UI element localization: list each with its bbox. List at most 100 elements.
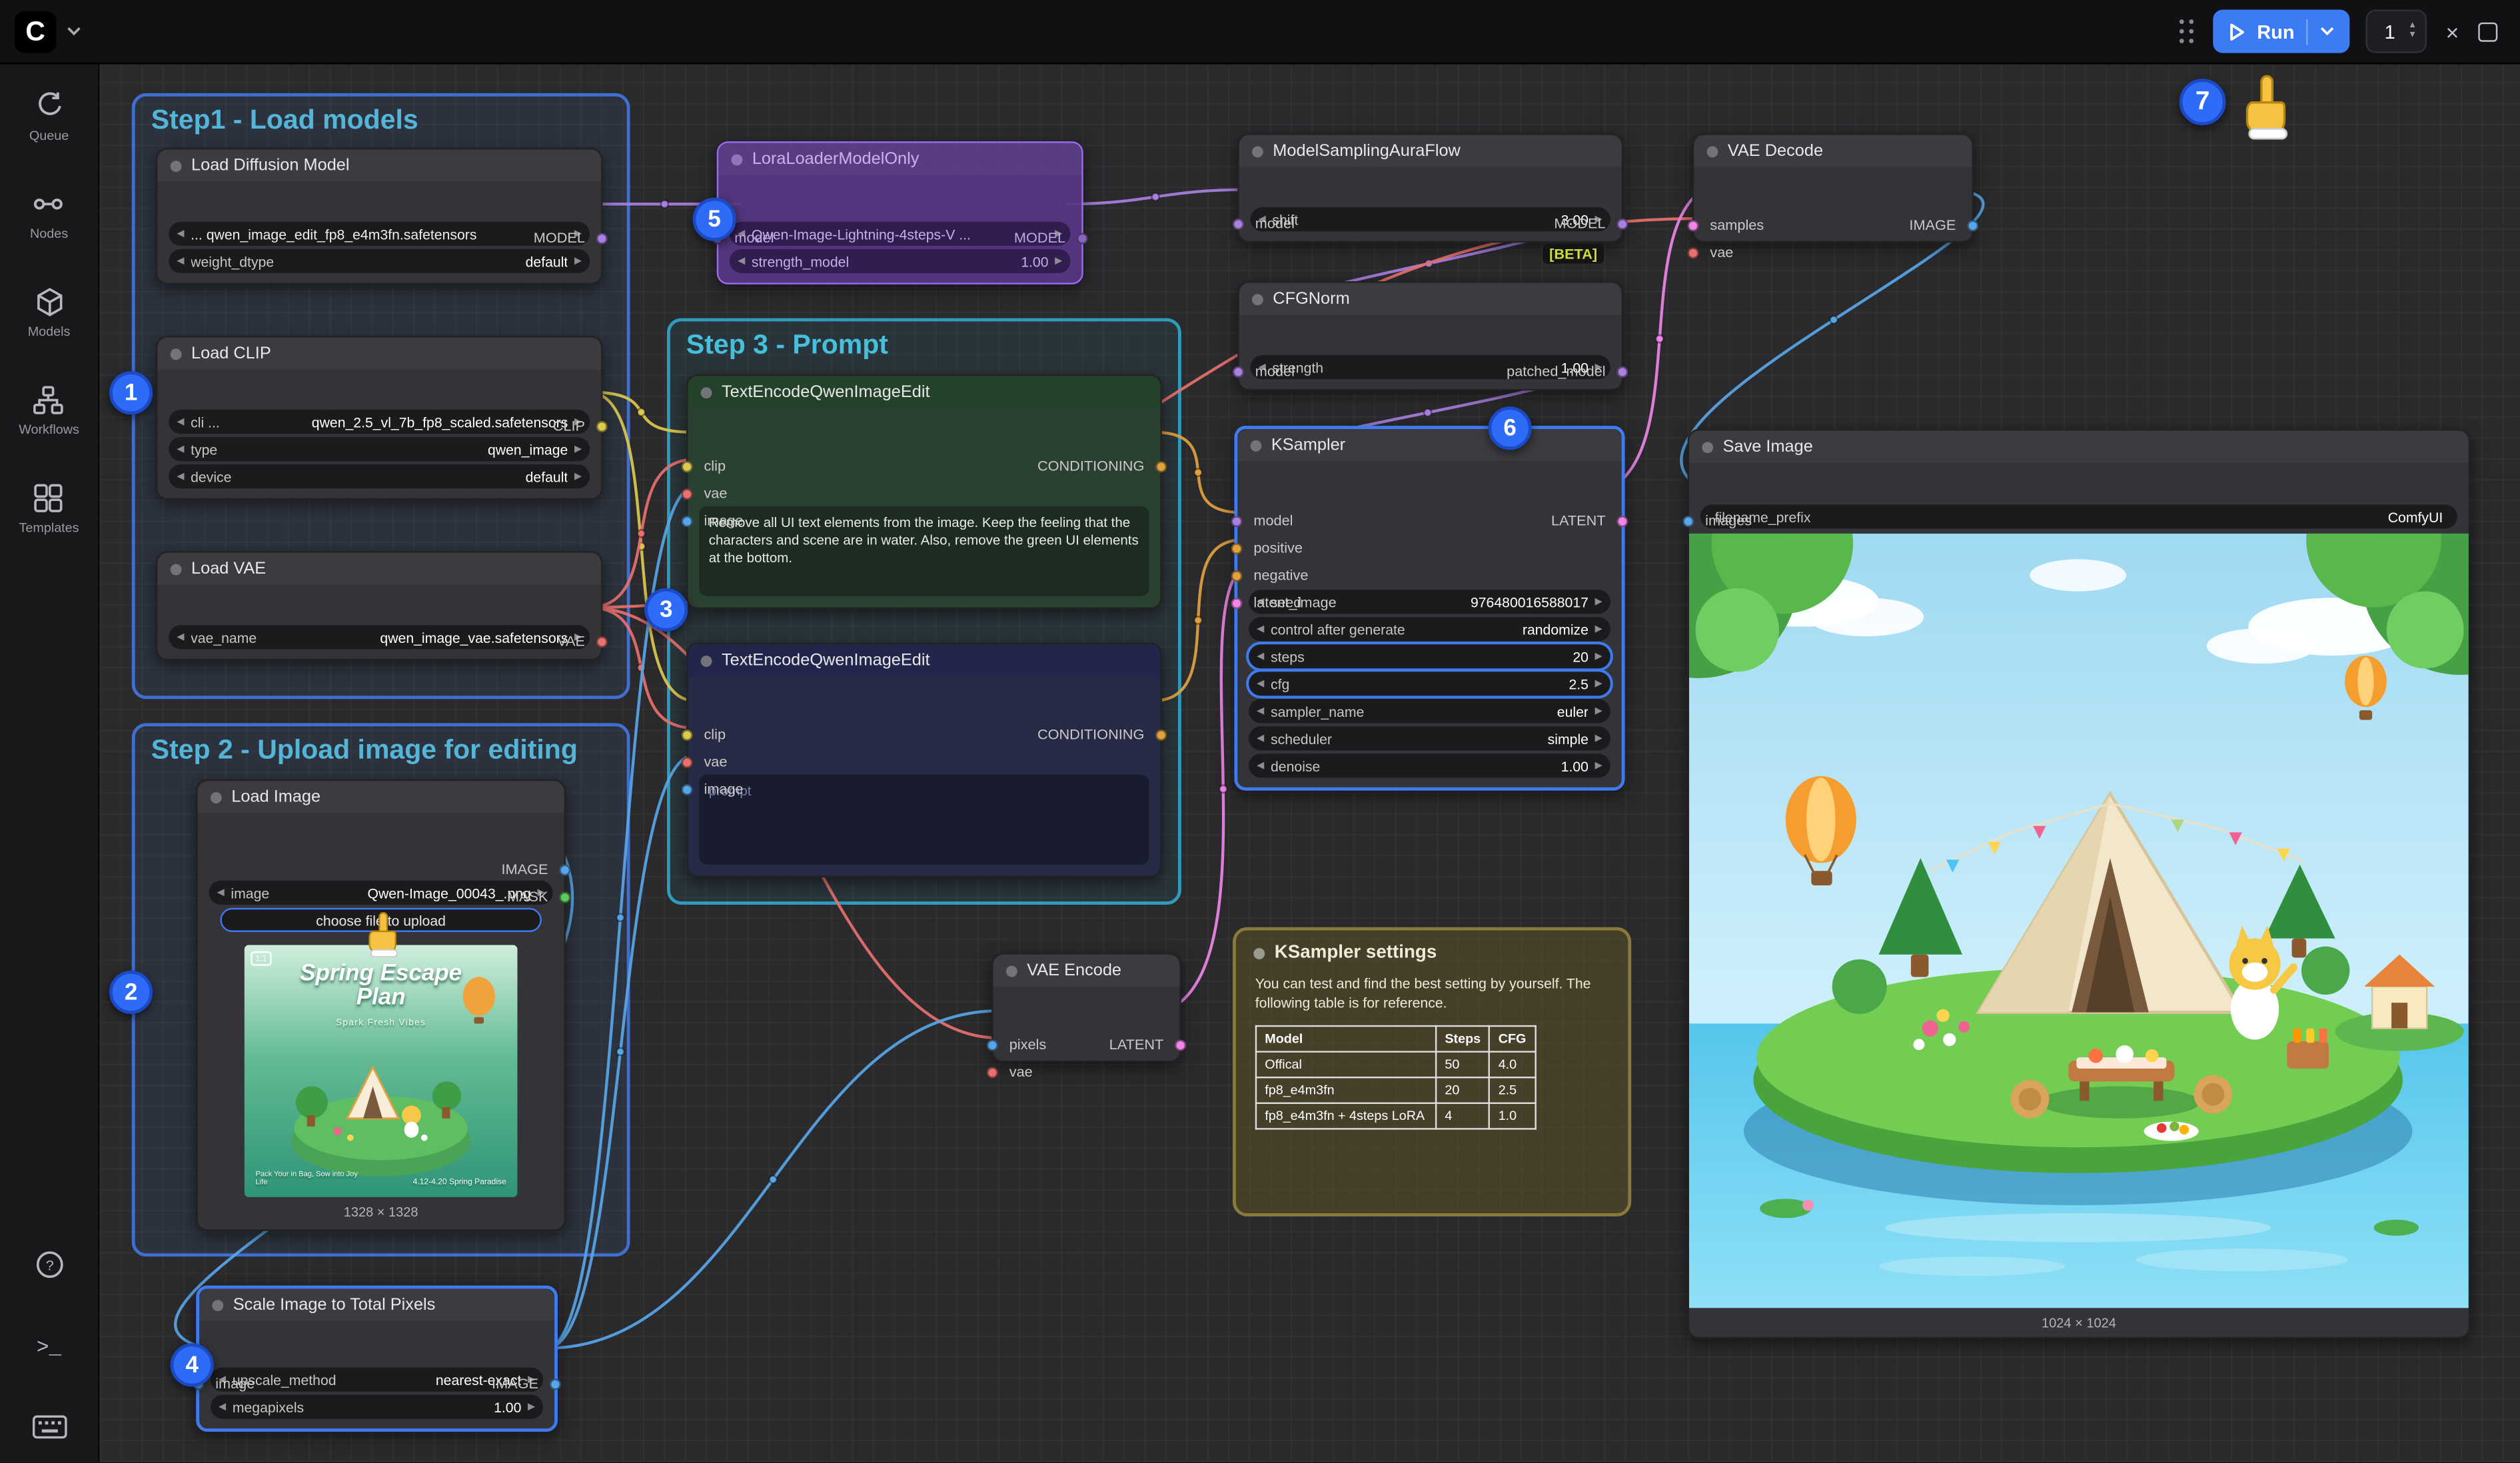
collapse-dot-icon[interactable] — [1252, 145, 1263, 157]
widget-device[interactable]: ◀devicedefault▶ — [169, 464, 590, 488]
node-header[interactable]: VAE Decode — [1694, 135, 1972, 167]
increment-arrow-icon[interactable]: ▶ — [574, 444, 582, 455]
increment-arrow-icon[interactable]: ▶ — [1595, 651, 1602, 662]
sidebar-item-nodes[interactable]: Nodes — [30, 188, 68, 241]
port-latent[interactable]: LATENT — [1551, 510, 1622, 532]
port-image[interactable]: image — [688, 777, 743, 800]
widget-combo[interactable]: ◀... qwen_image_edit_fp8_e4m3fn.safetens… — [169, 222, 590, 246]
sidebar-item-templates[interactable]: Templates — [19, 482, 79, 536]
widget-vae_name[interactable]: ◀vae_nameqwen_image_vae.safetensors▶ — [169, 625, 590, 649]
increment-arrow-icon[interactable]: ▶ — [574, 471, 582, 482]
node-header[interactable]: Save Image — [1689, 430, 2469, 462]
port-latent[interactable]: LATENT — [1109, 1033, 1180, 1056]
collapse-dot-icon[interactable] — [1252, 293, 1263, 304]
port-vae[interactable]: VAE — [557, 630, 601, 653]
node-header[interactable]: TextEncodeQwenImageEdit — [688, 376, 1160, 408]
increment-arrow-icon[interactable]: ▶ — [574, 256, 582, 267]
port-dot-icon[interactable] — [682, 729, 693, 740]
node-header[interactable]: Load Image — [198, 781, 564, 813]
collapse-dot-icon[interactable] — [1006, 965, 1017, 976]
widget-cfg[interactable]: ◀cfg2.5▶ — [1249, 672, 1610, 696]
port-vae[interactable]: vae — [1694, 241, 1733, 264]
widget-filename_prefix[interactable]: filename_prefixComfyUI — [1700, 504, 2457, 528]
port-dot-icon[interactable] — [987, 1066, 998, 1077]
node-vae-decode[interactable]: VAE Decode samplesvaeIMAGE — [1692, 133, 1974, 243]
increment-arrow-icon[interactable]: ▶ — [1595, 624, 1602, 635]
port-image[interactable]: IMAGE — [502, 858, 564, 881]
port-conditioning[interactable]: CONDITIONING — [1037, 455, 1161, 478]
port-model[interactable]: model — [1239, 212, 1295, 235]
port-dot-icon[interactable] — [682, 783, 693, 795]
port-dot-icon[interactable] — [682, 460, 693, 472]
port-clip[interactable]: clip — [688, 455, 726, 478]
port-model[interactable]: MODEL — [1014, 227, 1081, 249]
node-lora-loader-model-only[interactable]: LoraLoaderModelOnly modelMODEL ◀Qwen-Ima… — [717, 141, 1083, 284]
port-image[interactable]: IMAGE — [1909, 214, 1972, 237]
node-vae-encode[interactable]: VAE Encode pixelsvaeLATENT — [991, 953, 1181, 1062]
port-clip[interactable]: CLIP — [553, 414, 601, 437]
port-dot-icon[interactable] — [987, 1039, 998, 1050]
widget-denoise[interactable]: ◀denoise1.00▶ — [1249, 753, 1610, 777]
widget-sampler_name[interactable]: ◀sampler_nameeuler▶ — [1249, 699, 1610, 723]
decrement-icon[interactable]: ▼ — [2408, 32, 2417, 41]
port-vae[interactable]: vae — [993, 1061, 1033, 1083]
widget-scheduler[interactable]: ◀schedulersimple▶ — [1249, 726, 1610, 750]
port-images[interactable]: images — [1689, 510, 1752, 532]
node-header[interactable]: LoraLoaderModelOnly — [718, 143, 1081, 175]
decrement-arrow-icon[interactable]: ◀ — [217, 887, 225, 898]
increment-arrow-icon[interactable]: ▶ — [1595, 760, 1602, 771]
node-text-encode-negative[interactable]: TextEncodeQwenImageEdit clipvaeimageCOND… — [686, 643, 1162, 877]
port-dot-icon[interactable] — [1231, 597, 1243, 608]
collapse-dot-icon[interactable] — [1707, 145, 1718, 157]
increment-icon[interactable]: ▲ — [2408, 22, 2417, 31]
decrement-arrow-icon[interactable]: ◀ — [1257, 733, 1264, 744]
port-image[interactable]: IMAGE — [492, 1372, 554, 1395]
sidebar-item-queue[interactable]: Queue — [29, 90, 69, 143]
port-dot-icon[interactable] — [682, 488, 693, 499]
help-icon[interactable]: ? — [33, 1248, 65, 1280]
decrement-arrow-icon[interactable]: ◀ — [1257, 678, 1264, 690]
node-header[interactable]: ModelSamplingAuraFlow — [1239, 135, 1622, 167]
source-image-preview[interactable]: 1:1 Spring Escape Plan Spark Fresh Vibes… — [245, 945, 518, 1197]
port-dot-icon[interactable] — [1688, 246, 1699, 258]
port-model[interactable]: model — [1239, 360, 1295, 382]
keyboard-icon[interactable] — [31, 1414, 67, 1440]
port-vae[interactable]: vae — [688, 750, 727, 773]
decrement-arrow-icon[interactable]: ◀ — [177, 632, 184, 643]
port-patched_model[interactable]: patched_model — [1507, 360, 1622, 382]
node-load-vae[interactable]: Load VAE VAE ◀vae_nameqwen_image_vae.saf… — [156, 551, 603, 660]
comfyui-logo[interactable]: C — [15, 11, 57, 53]
widget-control-after-generate[interactable]: ◀control after generaterandomize▶ — [1249, 617, 1610, 641]
increment-arrow-icon[interactable]: ▶ — [1595, 596, 1602, 608]
increment-arrow-icon[interactable]: ▶ — [1055, 256, 1062, 267]
port-dot-icon[interactable] — [1688, 219, 1699, 231]
increment-arrow-icon[interactable]: ▶ — [1595, 706, 1602, 717]
node-header[interactable]: KSampler — [1237, 429, 1621, 461]
port-samples[interactable]: samples — [1694, 214, 1764, 237]
port-dot-icon[interactable] — [1231, 542, 1243, 554]
node-header[interactable]: TextEncodeQwenImageEdit — [688, 644, 1160, 676]
run-button[interactable]: Run — [2213, 9, 2349, 53]
decrement-arrow-icon[interactable]: ◀ — [1257, 760, 1264, 771]
port-model[interactable]: MODEL — [1554, 212, 1621, 235]
port-dot-icon[interactable] — [1231, 570, 1243, 581]
collapse-dot-icon[interactable] — [1702, 441, 1713, 452]
node-load-image[interactable]: Load Image IMAGEMASK ◀imageQwen-Image_00… — [196, 779, 566, 1231]
widget-strength_model[interactable]: ◀strength_model1.00▶ — [730, 249, 1070, 273]
port-model[interactable]: MODEL — [534, 227, 601, 249]
port-negative[interactable]: negative — [1237, 564, 1308, 587]
port-positive[interactable]: positive — [1237, 537, 1303, 560]
panel-toggle-icon[interactable] — [2478, 22, 2497, 41]
decrement-arrow-icon[interactable]: ◀ — [1257, 624, 1264, 635]
node-header[interactable]: VAE Encode — [993, 955, 1180, 987]
increment-arrow-icon[interactable]: ▶ — [1595, 733, 1602, 744]
generated-image-preview[interactable] — [1689, 534, 2469, 1308]
collapse-dot-icon[interactable] — [212, 1299, 223, 1310]
widget-type[interactable]: ◀typeqwen_image▶ — [169, 437, 590, 461]
decrement-arrow-icon[interactable]: ◀ — [177, 471, 184, 482]
port-image[interactable]: image — [688, 510, 743, 532]
collapse-dot-icon[interactable] — [701, 655, 712, 666]
decrement-arrow-icon[interactable]: ◀ — [177, 416, 184, 428]
port-dot-icon[interactable] — [1233, 218, 1244, 229]
positive-prompt-textarea[interactable]: Remove all UI text elements from the ima… — [699, 506, 1149, 596]
